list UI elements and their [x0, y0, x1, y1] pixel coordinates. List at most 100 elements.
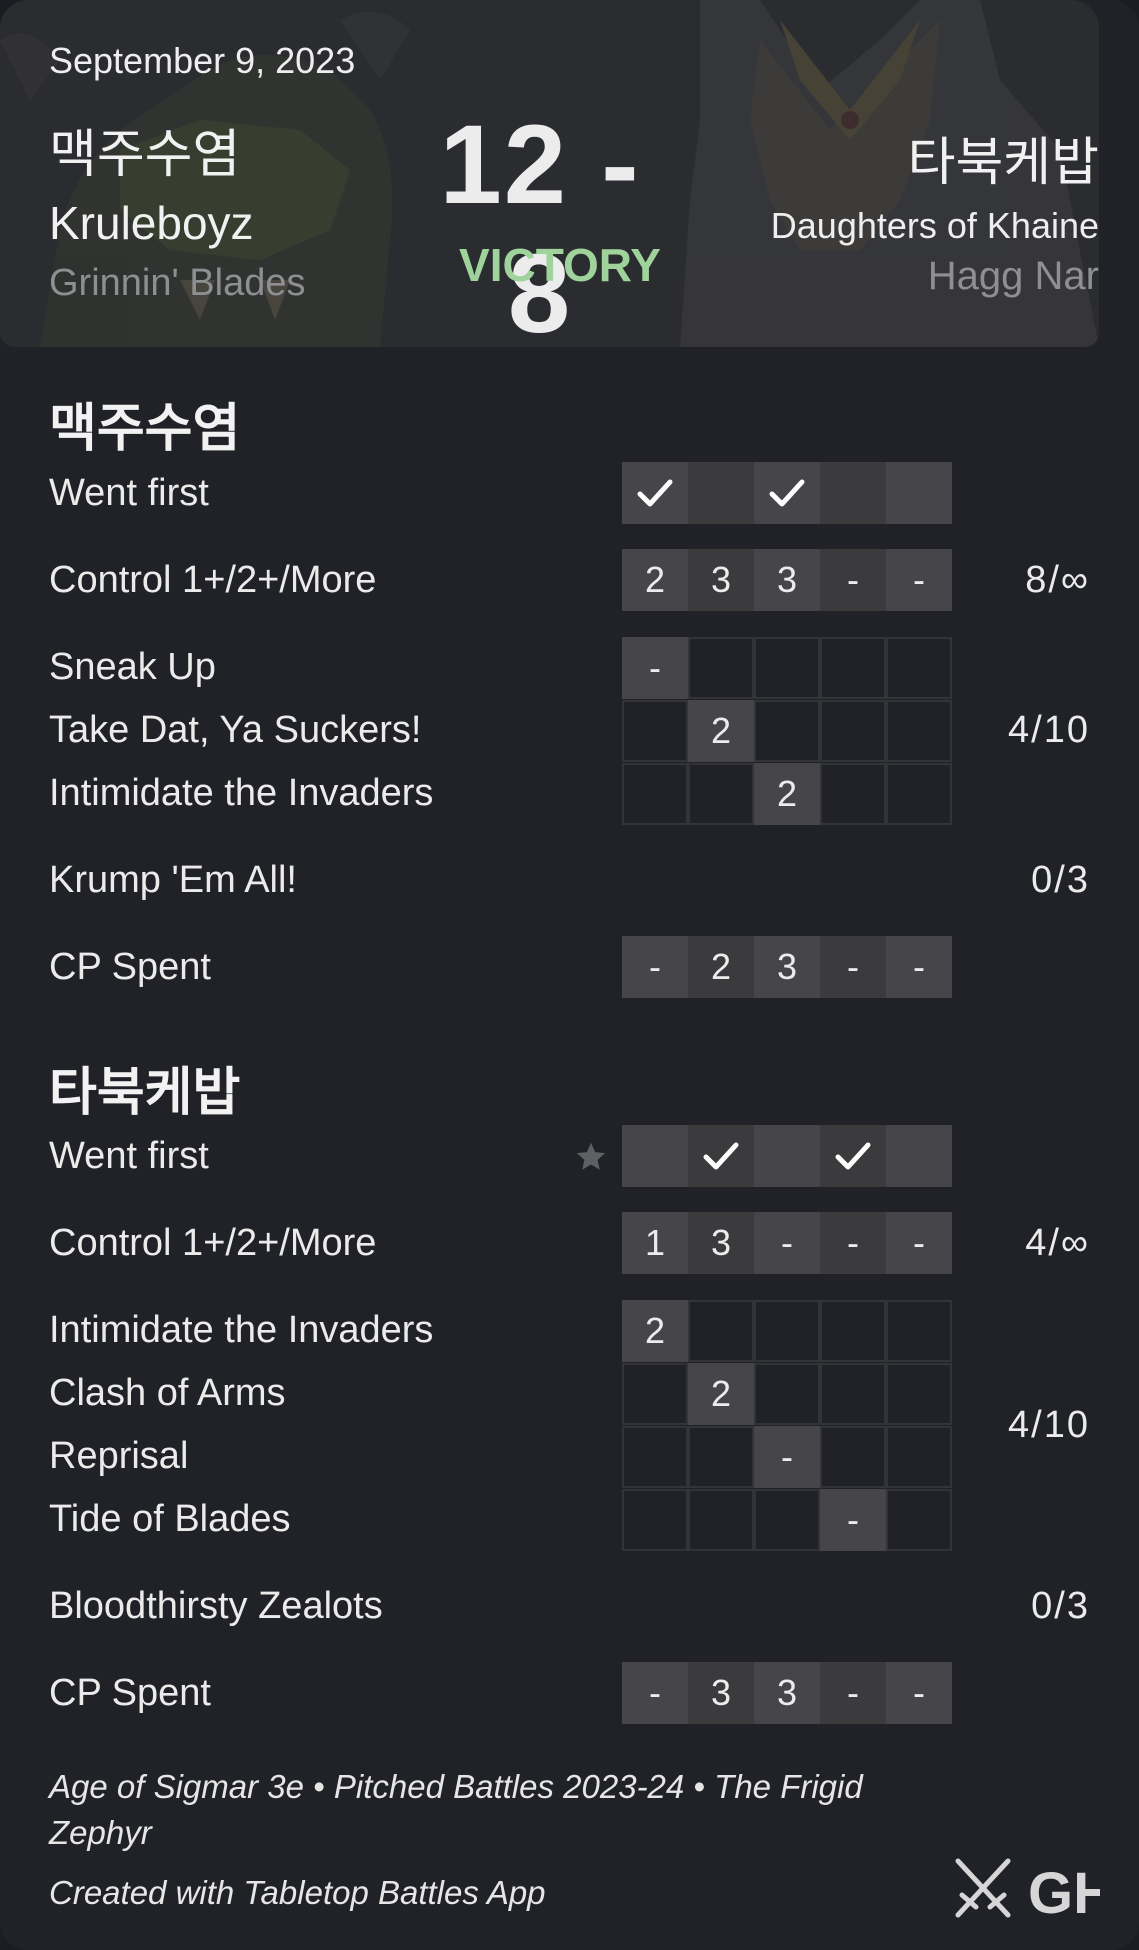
round-5-value: - — [886, 1662, 952, 1724]
p1-grand-strategy-label: Krump 'Em All! — [49, 859, 297, 901]
p2-tactic-4-label: Tide of Blades — [49, 1498, 291, 1540]
round-3-cell — [754, 1125, 820, 1187]
check-icon — [769, 479, 805, 507]
p1-control-total: 8/∞ — [1025, 559, 1090, 601]
p2-control-grid: 13--- — [622, 1212, 952, 1274]
player1-subfaction: Grinnin' Blades — [49, 262, 306, 304]
round-3-tactic-cell: - — [754, 1426, 820, 1488]
round-2-value: 3 — [688, 1662, 754, 1724]
round-3-tactic-cell — [754, 1363, 820, 1425]
battle-header: September 9, 2023 맥주수염 Kruleboyz Grinnin… — [0, 0, 1099, 347]
round-1-value: 2 — [622, 549, 688, 611]
check-icon — [835, 1142, 871, 1170]
p1-grand-strategy-total: 0/3 — [1031, 859, 1090, 901]
p2-control-total: 4/∞ — [1025, 1222, 1090, 1264]
round-3-tactic-cell — [754, 700, 820, 762]
round-1-value: 1 — [622, 1212, 688, 1274]
player1-name: 맥주수염 — [49, 126, 241, 184]
p2-grand-strategy-total: 0/3 — [1031, 1585, 1090, 1627]
player1-section-title: 맥주수염 — [49, 400, 241, 458]
round-2-value: 2 — [688, 936, 754, 998]
round-3-tactic-cell: 2 — [754, 763, 820, 825]
round-5-tactic-cell — [886, 763, 952, 825]
p1-cp-spent-grid: -23-- — [622, 936, 952, 998]
p2-tactic-4-grid: - — [622, 1489, 952, 1551]
round-3-value: - — [754, 1212, 820, 1274]
player1-faction: Kruleboyz — [49, 197, 254, 249]
p1-tactic-2-grid: 2 — [622, 700, 952, 762]
round-4-value: - — [820, 1212, 886, 1274]
round-5-tactic-cell — [886, 700, 952, 762]
p1-control-label: Control 1+/2+/More — [49, 559, 377, 601]
p2-tactic-3-label: Reprisal — [49, 1435, 189, 1477]
p2-control-label: Control 1+/2+/More — [49, 1222, 377, 1264]
round-1-cell — [622, 1125, 688, 1187]
round-5-value: - — [886, 549, 952, 611]
round-5-value: - — [886, 1212, 952, 1274]
p1-tactic-1-grid: - — [622, 637, 952, 699]
round-5-tactic-cell — [886, 1489, 952, 1551]
round-2-value: 3 — [688, 1212, 754, 1274]
round-1-tactic-cell: 2 — [622, 1300, 688, 1362]
round-1-tactic-cell — [622, 1363, 688, 1425]
round-4-cell — [820, 1125, 886, 1187]
player2-name: 타북케밥 — [907, 134, 1099, 192]
round-5-tactic-cell — [886, 1300, 952, 1362]
p2-cp-spent-label: CP Spent — [49, 1672, 211, 1714]
app-credit: Created with Tabletop Battles App — [49, 1874, 546, 1911]
p1-control-grid: 233-- — [622, 549, 952, 611]
round-4-tactic-cell — [820, 637, 886, 699]
round-4-value: - — [820, 936, 886, 998]
p2-went-first-label: Went first — [49, 1135, 209, 1177]
p1-tactic-3-label: Intimidate the Invaders — [49, 772, 434, 814]
battle-date: September 9, 2023 — [49, 40, 356, 81]
app-logo: GH — [955, 1858, 1100, 1925]
star-icon — [576, 1142, 606, 1170]
round-3-tactic-cell — [754, 1300, 820, 1362]
p2-tactic-3-grid: - — [622, 1426, 952, 1488]
round-1-value: - — [622, 936, 688, 998]
round-4-tactic-cell — [820, 763, 886, 825]
round-3-value: 3 — [754, 1662, 820, 1724]
round-3-value: 3 — [754, 549, 820, 611]
round-1-value: - — [622, 1662, 688, 1724]
round-1-cell — [622, 462, 688, 524]
crossed-swords-icon — [955, 1858, 1011, 1918]
game-system-info: Age of Sigmar 3e • Pitched Battles 2023-… — [49, 1768, 863, 1851]
round-5-tactic-cell — [886, 1363, 952, 1425]
round-3-tactic-cell — [754, 637, 820, 699]
p1-went-first-label: Went first — [49, 472, 209, 514]
round-4-cell — [820, 462, 886, 524]
round-2-cell — [688, 462, 754, 524]
result-label: VICTORY — [459, 239, 661, 291]
player2-faction: Daughters of Khaine — [770, 205, 1099, 246]
p2-tactics-total: 4/10 — [1008, 1404, 1090, 1446]
round-5-cell — [886, 1125, 952, 1187]
round-4-tactic-cell — [820, 700, 886, 762]
round-2-tactic-cell — [688, 763, 754, 825]
round-4-tactic-cell — [820, 1300, 886, 1362]
p2-tactic-1-label: Intimidate the Invaders — [49, 1309, 434, 1351]
check-icon — [703, 1142, 739, 1170]
round-2-tactic-cell — [688, 1489, 754, 1551]
p1-went-first-grid — [622, 462, 952, 524]
round-5-value: - — [886, 936, 952, 998]
p1-tactic-2-label: Take Dat, Ya Suckers! — [49, 709, 422, 751]
battle-report-card: September 9, 2023 맥주수염 Kruleboyz Grinnin… — [0, 0, 1139, 1950]
p1-tactic-3-grid: 2 — [622, 763, 952, 825]
round-2-tactic-cell: 2 — [688, 1363, 754, 1425]
final-score: 12 - 8 — [439, 102, 641, 347]
p1-tactic-1-label: Sneak Up — [49, 646, 216, 688]
round-3-value: 3 — [754, 936, 820, 998]
logo-text: GH — [1028, 1861, 1100, 1925]
round-4-tactic-cell — [820, 1426, 886, 1488]
round-1-tactic-cell — [622, 700, 688, 762]
check-icon — [637, 479, 673, 507]
p2-tactic-2-label: Clash of Arms — [49, 1372, 286, 1414]
p2-tactic-2-grid: 2 — [622, 1363, 952, 1425]
round-4-value: - — [820, 1662, 886, 1724]
round-5-cell — [886, 462, 952, 524]
round-2-tactic-cell: 2 — [688, 700, 754, 762]
round-1-tactic-cell — [622, 1426, 688, 1488]
round-4-tactic-cell: - — [820, 1489, 886, 1551]
